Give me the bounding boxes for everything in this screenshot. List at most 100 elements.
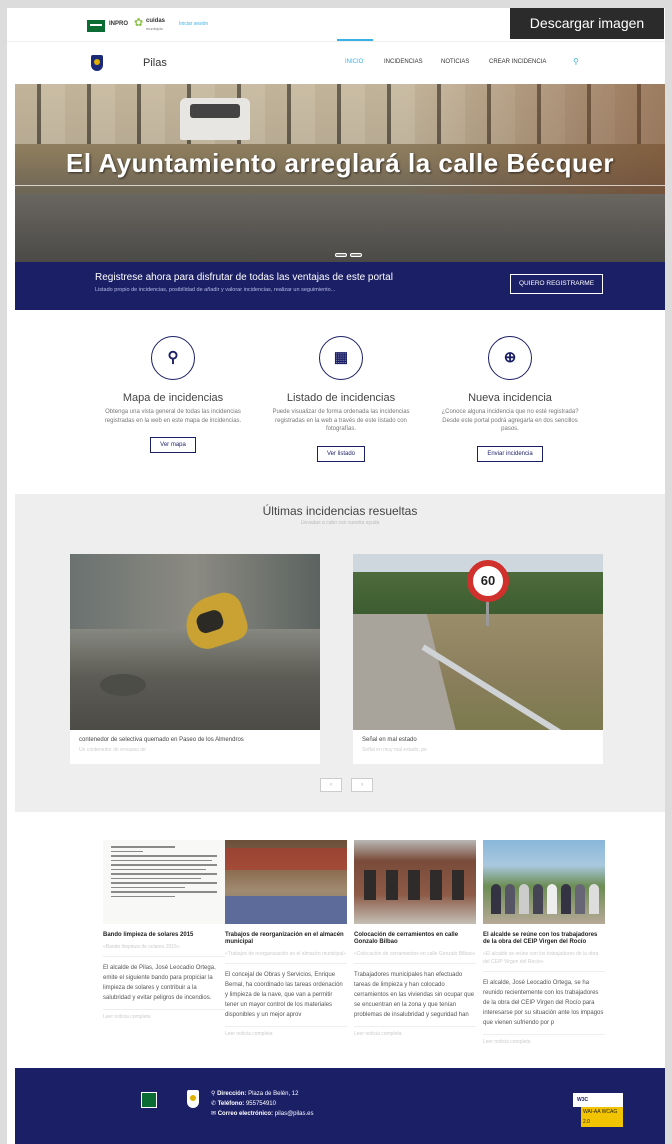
card-title[interactable]: Señal en mal estado [362, 737, 417, 743]
site-name[interactable]: Pilas [143, 57, 167, 69]
houses-photo [354, 840, 476, 924]
news-body: El alcalde de Pilas, José Leocadio Orteg… [103, 965, 216, 1001]
nav-item-inicio[interactable]: Inicio [345, 59, 363, 65]
photo-sign-pole [486, 600, 489, 626]
phone-icon: ✆ [211, 1101, 217, 1107]
person [491, 884, 501, 914]
feature-new: ⊕ Nueva incidencia ¿Conoce alguna incide… [430, 336, 590, 462]
view-list-button[interactable]: Ver listado [316, 445, 366, 462]
news-body: Trabajadores municipales han efectuado t… [354, 972, 475, 1018]
house-door [452, 870, 464, 900]
pilas-shield-logo[interactable] [91, 55, 103, 71]
feature-list: ▦ Listado de incidencias Puede visualiza… [261, 336, 421, 462]
feature-title: Nueva incidencia [468, 392, 552, 404]
warehouse-floor [225, 896, 347, 924]
search-icon[interactable]: ⚲ [573, 57, 579, 66]
map-marker-icon: ⚲ [151, 336, 195, 380]
news-title[interactable]: El alcalde se reúne con los trabajadores… [483, 932, 605, 946]
document-thumbnail [103, 840, 225, 924]
news-body: El concejal de Obras y Servicios, Enriqu… [225, 972, 343, 1018]
footer-pilas-shield-logo[interactable] [187, 1090, 199, 1108]
resolved-card[interactable]: contenedor de selectiva quemado en Paseo… [70, 554, 320, 764]
news-read-more-link[interactable]: Leer noticia completa [225, 1026, 347, 1037]
person [575, 884, 585, 914]
person [519, 884, 529, 914]
news-item: Bando limpieza de solares 2015 «Bando li… [103, 840, 225, 1020]
news-item: Colocación de cerramientos en calle Gonz… [354, 840, 476, 1037]
footer-phone-label: Teléfono: [217, 1101, 245, 1107]
hero-dot-1[interactable] [335, 253, 347, 257]
photo-speed-sign: 60 [467, 560, 509, 602]
footer-email-value[interactable]: pilas@pilas.es [275, 1111, 314, 1117]
carousel-prev-button[interactable]: ‹ [320, 778, 342, 792]
hero-dot-2[interactable] [350, 253, 362, 257]
grid-list-glyph: ▦ [333, 349, 349, 366]
login-link[interactable]: Iniciar sesión [179, 21, 208, 27]
hero-pagination [335, 244, 365, 262]
carousel-next-button[interactable]: › [351, 778, 373, 792]
news-body: El alcalde, José Leocadio Ortega, se ha … [483, 980, 604, 1026]
hero-slider[interactable]: El Ayuntamiento arreglará la calle Bécqu… [15, 84, 665, 262]
cuidas-logo-text: cuidas [146, 18, 166, 24]
footer-address: ⚲ Dirección: Plaza de Belén, 12 [211, 1090, 298, 1097]
plus-circle-glyph: ⊕ [503, 349, 517, 366]
junta-logo[interactable] [87, 20, 105, 32]
nav-item-noticias[interactable]: Noticias [441, 59, 469, 65]
news-item: El alcalde se reúne con los trabajadores… [483, 840, 605, 1045]
footer-junta-logo[interactable] [141, 1092, 157, 1108]
feature-description: Obtenga una vista general de todas las i… [104, 409, 242, 424]
hero-title[interactable]: El Ayuntamiento arreglará la calle Bécqu… [15, 148, 665, 186]
resolved-title: Últimas incidencias resueltas [262, 504, 418, 518]
download-image-button[interactable]: Descargar imagen [510, 8, 664, 39]
news-image-group[interactable] [483, 840, 605, 924]
news-read-more-link[interactable]: Leer noticia completa [103, 1009, 225, 1020]
cuidas-logo-subtext: municipio [146, 26, 163, 31]
location-icon: ⚲ [211, 1091, 216, 1097]
news-title[interactable]: Trabajos de reorganización en el almacén… [225, 932, 347, 946]
person [547, 884, 557, 914]
news-image-document[interactable] [103, 840, 225, 924]
news-separator [354, 963, 476, 964]
nav-item-crear-incidencia[interactable]: Crear incidencia [489, 59, 546, 65]
feature-title: Mapa de incidencias [122, 392, 224, 404]
news-title[interactable]: Colocación de cerramientos en calle Gonz… [354, 932, 476, 946]
resolved-card[interactable]: 60 Señal en mal estado Señal en muy mal … [353, 554, 603, 764]
person [533, 884, 543, 914]
footer: ⚲ Dirección: Plaza de Belén, 12 ✆ Teléfo… [15, 1068, 665, 1144]
plus-circle-icon: ⊕ [488, 336, 532, 380]
footer-email: ✉ Correo electrónico: pilas@pilas.es [211, 1110, 314, 1117]
card-image-burned-bin[interactable] [70, 554, 320, 730]
card-excerpt: Un contenedor de envases de [79, 747, 146, 753]
news-subtitle: «Trabajos de reorganización en el almacé… [225, 951, 346, 957]
grid-list-icon: ▦ [319, 336, 363, 380]
card-image-damaged-sign[interactable]: 60 [353, 554, 603, 730]
send-incident-button[interactable]: Enviar incidencia [477, 445, 543, 462]
feature-description: Puede visualizar de forma ordenada las i… [272, 409, 410, 432]
inpro-logo[interactable]: INPRO [109, 21, 128, 27]
resolved-subtitle: Llevadas a cabo con vuestra ayuda [300, 520, 380, 526]
news-separator [483, 971, 605, 972]
house-door [364, 870, 376, 900]
register-button[interactable]: QUIERO REGISTRARME [510, 274, 603, 294]
person [561, 884, 571, 914]
news-title[interactable]: Bando limpieza de solares 2015 [103, 932, 225, 939]
register-title: Registrese ahora para disfrutar de todas… [95, 272, 393, 283]
nav-item-incidencias[interactable]: Incidencias [384, 59, 423, 65]
footer-phone-value: 955754910 [245, 1101, 276, 1107]
footer-email-label: Correo electrónico: [217, 1111, 274, 1117]
view-map-button[interactable]: Ver mapa [150, 437, 196, 453]
page: INPRO ✿ cuidas municipio Iniciar sesión … [7, 8, 665, 1144]
cuidas-logo[interactable]: cuidas municipio [146, 18, 165, 32]
news-image-warehouse[interactable] [225, 840, 347, 924]
news-read-more-link[interactable]: Leer noticia completa [354, 1026, 476, 1037]
card-title[interactable]: contenedor de selectiva quemado en Paseo… [79, 737, 244, 743]
news-read-more-link[interactable]: Leer noticia completa [483, 1034, 605, 1045]
news-subtitle: «Bando limpieza de solares 2015» [103, 944, 180, 950]
wcag-level: WAI-AA WCAG 2.0 [581, 1107, 623, 1127]
register-banner: Registrese ahora para disfrutar de todas… [15, 262, 665, 310]
wcag-badge[interactable]: W3C WAI-AA WCAG 2.0 [573, 1093, 623, 1127]
feature-description: ¿Conoce alguna incidencia que no esté re… [441, 409, 579, 432]
news-image-houses[interactable] [354, 840, 476, 924]
person [505, 884, 515, 914]
news-subtitle: «Colocación de cerramientos en calle Gon… [354, 951, 476, 957]
